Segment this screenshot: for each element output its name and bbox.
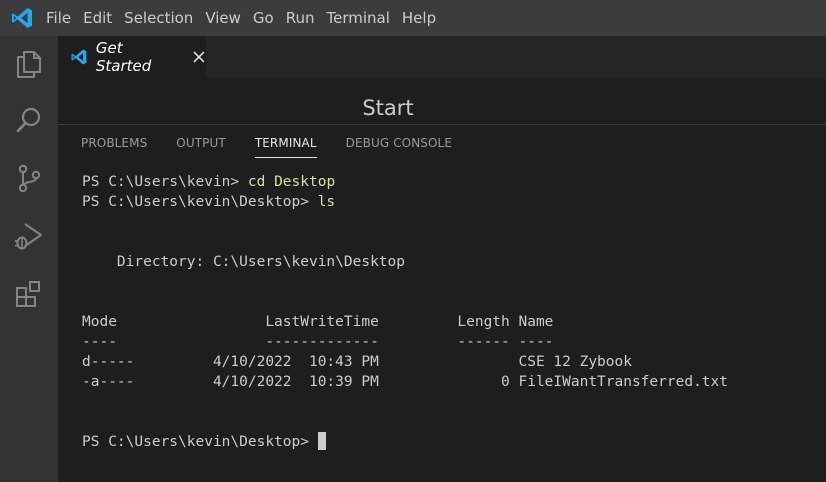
menu-help[interactable]: Help bbox=[396, 0, 442, 36]
terminal-output[interactable]: PS C:\Users\kevin> cd Desktop PS C:\Users… bbox=[82, 172, 822, 482]
listing-row: d----- 4/10/2022 10:43 PM CSE 12 Zybook bbox=[82, 354, 632, 370]
source-control-icon[interactable] bbox=[13, 162, 45, 194]
terminal-line: PS C:\Users\kevin> cd Desktop bbox=[82, 172, 822, 192]
search-icon[interactable] bbox=[13, 104, 45, 136]
menu-run[interactable]: Run bbox=[280, 0, 321, 36]
listing-divider: ---- ------------- ------ ---- bbox=[82, 334, 554, 350]
terminal-prompt: PS C:\Users\kevin\Desktop> bbox=[82, 194, 318, 210]
directory-line: Directory: C:\Users\kevin\Desktop bbox=[82, 254, 406, 270]
terminal-command: cd Desktop bbox=[247, 174, 336, 190]
menu-go[interactable]: Go bbox=[247, 0, 280, 36]
menu-file[interactable]: File bbox=[40, 0, 77, 36]
terminal-line: PS C:\Users\kevin\Desktop> ls bbox=[82, 192, 822, 212]
tab-output[interactable]: OUTPUT bbox=[176, 125, 226, 161]
tab-get-started[interactable]: Get Started bbox=[58, 36, 206, 78]
editor-tab-strip: Get Started bbox=[58, 36, 826, 78]
editor-area: Get Started Start PROBLEMS OUTPUT TERMIN… bbox=[58, 36, 826, 482]
run-debug-icon[interactable] bbox=[13, 220, 45, 252]
vscode-logo-icon bbox=[12, 8, 32, 28]
menu-bar: File Edit Selection View Go Run Terminal… bbox=[0, 0, 826, 36]
terminal-command: ls bbox=[317, 194, 336, 210]
tab-label: Get Started bbox=[95, 39, 152, 75]
menu-terminal[interactable]: Terminal bbox=[321, 0, 396, 36]
tab-terminal[interactable]: TERMINAL bbox=[254, 125, 317, 161]
tab-problems[interactable]: PROBLEMS bbox=[81, 125, 147, 161]
terminal-prompt: PS C:\Users\kevin> bbox=[82, 174, 248, 190]
explorer-icon[interactable] bbox=[13, 48, 45, 80]
bottom-panel: PROBLEMS OUTPUT TERMINAL DEBUG CONSOLE P… bbox=[58, 124, 826, 482]
terminal-final-line: PS C:\Users\kevin\Desktop> bbox=[82, 432, 822, 452]
terminal-prompt: PS C:\Users\kevin\Desktop> bbox=[82, 434, 318, 450]
panel-tabs: PROBLEMS OUTPUT TERMINAL DEBUG CONSOLE bbox=[81, 125, 481, 161]
activity-bar bbox=[0, 36, 58, 482]
listing-header: Mode LastWriteTime Length Name bbox=[82, 314, 554, 330]
extensions-icon[interactable] bbox=[13, 278, 45, 310]
close-icon[interactable] bbox=[192, 50, 206, 64]
menu-edit[interactable]: Edit bbox=[77, 0, 118, 36]
vscode-tab-icon bbox=[71, 49, 87, 65]
start-heading: Start bbox=[362, 96, 414, 120]
tab-debug-console[interactable]: DEBUG CONSOLE bbox=[346, 125, 452, 161]
listing-row: -a---- 4/10/2022 10:39 PM 0 FileIWantTra… bbox=[82, 374, 729, 390]
menu-view[interactable]: View bbox=[199, 0, 247, 36]
menu-selection[interactable]: Selection bbox=[118, 0, 199, 36]
terminal-cursor bbox=[317, 432, 326, 450]
